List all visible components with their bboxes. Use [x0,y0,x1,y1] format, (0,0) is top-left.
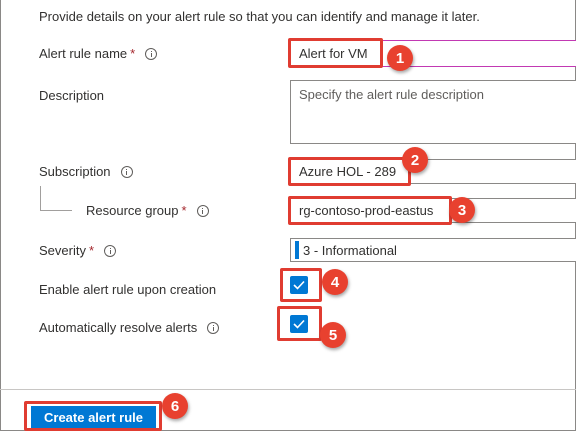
description-label-text: Description [39,88,105,103]
info-icon[interactable] [104,244,117,257]
tree-connector-horizontal [40,210,72,211]
auto-resolve-label-text: Automatically resolve alerts [39,320,198,335]
callout-box-4 [280,268,322,302]
enable-alert-label-text: Enable alert rule upon creation [39,282,217,297]
description-label: Description [39,88,104,103]
description-textarea[interactable]: Specify the alert rule description [290,80,576,144]
info-icon[interactable] [207,321,220,334]
callout-box-1 [288,38,383,68]
footer-divider [0,389,576,390]
callout-badge-3: 3 [449,197,475,223]
severity-color-indicator [295,241,299,259]
callout-badge-2: 2 [402,147,428,173]
required-marker: * [130,46,136,61]
intro-text: Provide details on your alert rule so th… [39,9,480,24]
tree-connector-vertical [40,186,41,210]
severity-label-text: Severity [39,243,86,258]
severity-dropdown[interactable]: 3 - Informational [290,238,576,262]
required-marker: * [181,203,187,218]
auto-resolve-label: Automatically resolve alerts [39,320,220,335]
severity-value: 3 - Informational [303,242,397,258]
callout-badge-6: 6 [162,393,188,419]
callout-badge-1: 1 [387,45,413,71]
subscription-label: Subscription [39,164,133,179]
resource-group-label-text: Resource group [86,203,179,218]
info-icon[interactable] [145,47,158,60]
required-marker: * [88,243,95,258]
info-icon[interactable] [196,204,209,217]
callout-box-3 [288,196,452,225]
severity-label: Severity * [39,243,117,258]
description-placeholder: Specify the alert rule description [299,87,484,102]
info-icon[interactable] [120,165,133,178]
callout-box-5 [277,306,322,341]
subscription-label-text: Subscription [39,164,111,179]
callout-box-2 [288,157,411,186]
resource-group-label: Resource group * [86,203,209,218]
callout-badge-4: 4 [322,269,348,295]
enable-alert-label: Enable alert rule upon creation [39,282,216,297]
callout-badge-5: 5 [320,322,346,348]
alert-rule-name-label-text: Alert rule name [39,46,128,61]
alert-rule-name-label: Alert rule name * [39,46,158,61]
callout-box-6 [24,401,162,431]
